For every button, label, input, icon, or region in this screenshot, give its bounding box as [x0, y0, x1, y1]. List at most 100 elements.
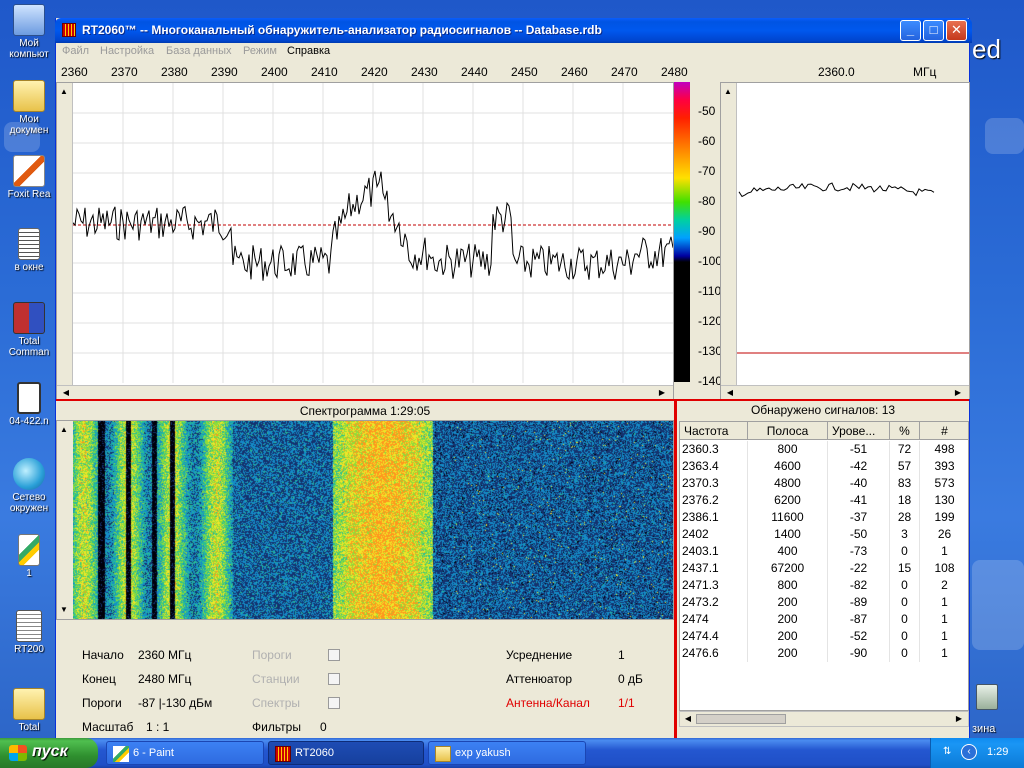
spectra-checkbox[interactable] — [328, 697, 340, 709]
table-row[interactable]: 2360.3 800 -51 72 498 — [680, 441, 968, 458]
spectrogram-title: Спектрограмма 1:29:05 — [56, 402, 674, 420]
table-row[interactable]: 2437.1 67200 -22 15 108 — [680, 560, 968, 577]
scroll-left-arrow-icon[interactable]: ◀ — [59, 386, 73, 400]
antenna-channel-label[interactable]: Антенна/Канал — [506, 696, 590, 710]
column-header-bandwidth[interactable]: Полоса — [748, 422, 828, 440]
scroll-up-arrow-icon[interactable]: ▲ — [57, 85, 71, 99]
spectrum-horizontal-scrollbar[interactable]: ◀ ▶ — [57, 385, 673, 399]
spectrum-plot[interactable]: ▲ ◀ ▶ — [56, 82, 674, 399]
antenna-channel-value[interactable]: 1/1 — [618, 696, 635, 710]
scroll-right-arrow-icon[interactable]: ▶ — [655, 386, 669, 400]
tray-network-icon[interactable]: ⇅ — [943, 746, 951, 757]
desktop-icon-network[interactable]: Сетево окружен — [0, 458, 58, 514]
minimize-button[interactable]: _ — [900, 20, 921, 41]
option-spectra-label: Спектры — [252, 696, 301, 710]
freq-tick: 2480 — [661, 65, 688, 79]
menu-file[interactable]: Файл — [62, 45, 89, 57]
column-header-percent[interactable]: % — [890, 422, 920, 440]
table-row[interactable]: 2471.3 800 -82 0 2 — [680, 577, 968, 594]
table-cell: 1400 — [748, 526, 828, 543]
freq-tick: 2360 — [61, 65, 88, 79]
frequency-unit: МГц — [913, 65, 937, 79]
recycle-bin-icon[interactable] — [972, 684, 1002, 714]
freq-tick: 2370 — [111, 65, 138, 79]
table-row[interactable]: 2402 1400 -50 3 26 — [680, 526, 968, 543]
scroll-right-arrow-icon[interactable]: ▶ — [951, 386, 965, 400]
column-header-frequency[interactable]: Частота — [680, 422, 748, 440]
table-cell: -37 — [828, 509, 890, 526]
spectrogram-waterfall[interactable]: ▲ ▼ — [56, 420, 674, 620]
file-icon — [17, 382, 41, 414]
table-cell: 2473.2 — [680, 594, 748, 611]
column-header-count[interactable]: # — [920, 422, 968, 440]
db-tick: -50 — [698, 104, 716, 118]
thresholds-checkbox[interactable] — [328, 649, 340, 661]
taskbar-item-explorer[interactable]: exp yakush — [428, 741, 586, 765]
menu-help[interactable]: Справка — [287, 45, 330, 57]
table-row[interactable]: 2376.2 6200 -41 18 130 — [680, 492, 968, 509]
table-cell: 498 — [920, 441, 968, 458]
desktop-icon-my-computer[interactable]: Мой компьют — [0, 4, 58, 60]
table-row[interactable]: 2476.6 200 -90 0 1 — [680, 645, 968, 662]
menu-database[interactable]: База данных — [166, 45, 232, 57]
desktop-icon-label: Сетево окружен — [9, 492, 49, 514]
desktop-icon-total[interactable]: Total — [0, 688, 58, 733]
spectrogram-vertical-scrollbar[interactable]: ▲ ▼ — [57, 421, 73, 619]
clock[interactable]: 1:29 — [987, 746, 1008, 758]
taskbar-item-rt2060[interactable]: RT2060 — [268, 741, 424, 765]
table-cell: 6200 — [748, 492, 828, 509]
folder-documents-icon — [13, 80, 45, 112]
table-cell: 1 — [920, 628, 968, 645]
table-row[interactable]: 2386.1 11600 -37 28 199 — [680, 509, 968, 526]
desktop-icon-paint-file[interactable]: 1 — [0, 534, 58, 579]
taskbar: пуск 6 - Paint RT2060 exp yakush ⇅ ‹ 1:2… — [0, 738, 1024, 768]
table-cell: 18 — [890, 492, 920, 509]
signals-horizontal-scrollbar[interactable]: ◀ ▶ — [679, 711, 969, 727]
scroll-up-arrow-icon[interactable]: ▲ — [721, 85, 735, 99]
close-button[interactable]: ✕ — [946, 20, 967, 41]
table-cell: 400 — [748, 543, 828, 560]
scroll-down-arrow-icon[interactable]: ▼ — [57, 603, 71, 617]
desktop-icon-file-04-422[interactable]: 04-422.n — [0, 382, 58, 427]
table-cell: -73 — [828, 543, 890, 560]
table-row[interactable]: 2473.2 200 -89 0 1 — [680, 594, 968, 611]
spectrum-vertical-scrollbar[interactable]: ▲ — [57, 83, 73, 385]
start-button[interactable]: пуск — [0, 738, 98, 768]
desktop-icon-total-commander[interactable]: Total Comman — [0, 302, 58, 358]
desktop-icon-document[interactable]: в окне — [0, 228, 58, 273]
scroll-right-arrow-icon[interactable]: ▶ — [952, 712, 966, 726]
filters-label: Фильтры — [252, 720, 301, 734]
folder-icon — [435, 746, 451, 762]
scrollbar-thumb[interactable] — [696, 714, 786, 724]
table-row[interactable]: 2363.4 4600 -42 57 393 — [680, 458, 968, 475]
desktop-icon-foxit-reader[interactable]: Foxit Rea — [0, 155, 58, 200]
table-row[interactable]: 2370.3 4800 -40 83 573 — [680, 475, 968, 492]
taskbar-item-paint[interactable]: 6 - Paint — [106, 741, 264, 765]
spectrum-trace-canvas — [73, 83, 673, 383]
desktop-icon-rt200[interactable]: RT200 — [0, 610, 58, 655]
channel-level-plot[interactable]: ▲ ◀ ▶ — [720, 82, 970, 399]
mini-plot-vertical-scrollbar[interactable]: ▲ — [721, 83, 737, 385]
scroll-up-arrow-icon[interactable]: ▲ — [57, 423, 71, 437]
stations-checkbox[interactable] — [328, 673, 340, 685]
title-bar[interactable]: RT2060™ -- Многоканальный обнаружитель-а… — [55, 18, 972, 43]
task-label: RT2060 — [295, 747, 334, 759]
scroll-left-arrow-icon[interactable]: ◀ — [681, 712, 695, 726]
menu-mode[interactable]: Режим — [243, 45, 277, 57]
maximize-button[interactable]: □ — [923, 20, 944, 41]
tray-expand-icon[interactable]: ‹ — [961, 744, 977, 760]
menu-settings[interactable]: Настройка — [100, 45, 154, 57]
table-cell: 108 — [920, 560, 968, 577]
table-row[interactable]: 2403.1 400 -73 0 1 — [680, 543, 968, 560]
table-cell: 1 — [920, 611, 968, 628]
mini-plot-horizontal-scrollbar[interactable]: ◀ ▶ — [721, 385, 969, 399]
scroll-left-arrow-icon[interactable]: ◀ — [723, 386, 737, 400]
desktop-blob — [4, 122, 40, 152]
signals-table[interactable]: Частота Полоса Урове... % # 2360.3 800 -51… — [679, 421, 969, 711]
table-row[interactable]: 2474.4 200 -52 0 1 — [680, 628, 968, 645]
table-row[interactable]: 2474 200 -87 0 1 — [680, 611, 968, 628]
table-cell: 1 — [920, 594, 968, 611]
column-header-level[interactable]: Урове... — [828, 422, 890, 440]
table-cell: 573 — [920, 475, 968, 492]
freq-tick: 2380 — [161, 65, 188, 79]
